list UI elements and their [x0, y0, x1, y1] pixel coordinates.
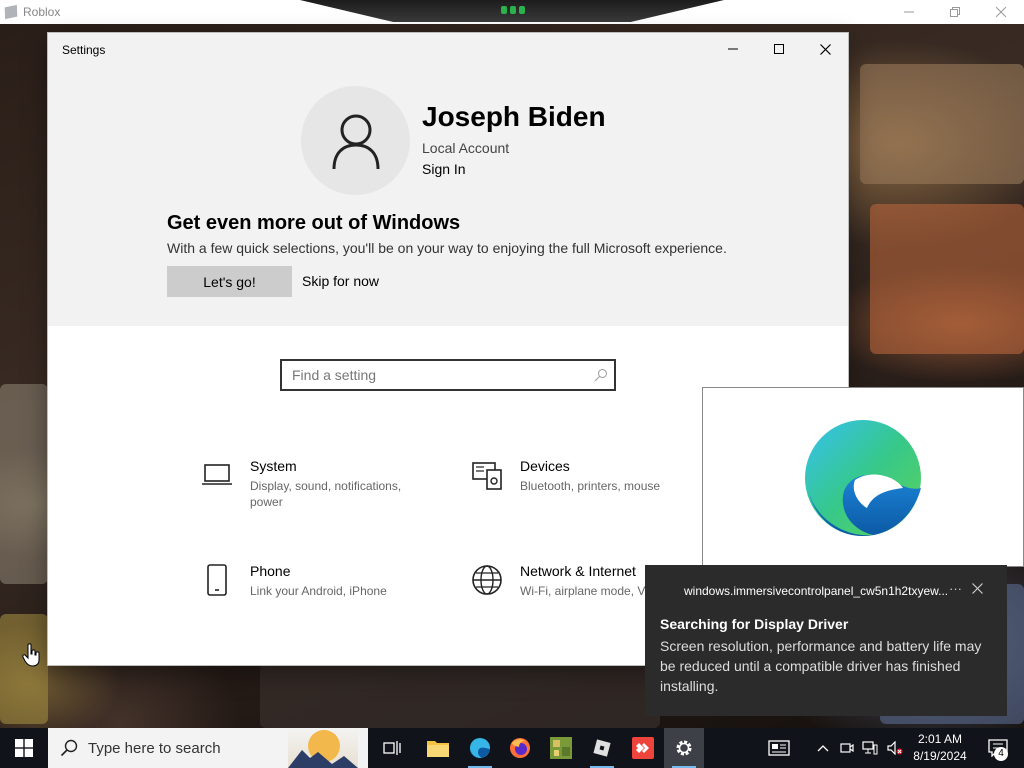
minimize-button[interactable]	[886, 0, 932, 24]
network-button[interactable]	[860, 728, 880, 768]
close-icon	[972, 583, 983, 594]
edge-logo-icon	[805, 420, 921, 536]
restore-button[interactable]	[932, 0, 978, 24]
toast-notification[interactable]: windows.immersivecontrolpanel_cw5n1h2txy…	[645, 565, 1007, 716]
background-tile	[870, 204, 1024, 354]
settings-taskbar-button[interactable]	[664, 728, 704, 768]
skip-for-now-link[interactable]: Skip for now	[302, 273, 379, 289]
lets-go-button[interactable]: Let's go!	[167, 266, 292, 297]
minimize-icon	[904, 11, 914, 13]
chevron-up-icon	[817, 745, 829, 752]
search-icon	[60, 739, 78, 757]
laptop-icon	[200, 458, 234, 492]
restore-icon	[950, 7, 960, 17]
category-system[interactable]: System Display, sound, notifications, po…	[200, 458, 430, 518]
roblox-titlebar: Roblox	[0, 0, 1024, 24]
task-view-button[interactable]	[372, 728, 412, 768]
category-description: Bluetooth, printers, mouse	[520, 479, 661, 493]
promo-text: With a few quick selections, you'll be o…	[167, 240, 727, 256]
account-type: Local Account	[422, 140, 510, 156]
volume-muted-icon	[887, 741, 903, 755]
category-phone[interactable]: Phone Link your Android, iPhone	[200, 563, 430, 623]
background-tile	[860, 64, 1024, 184]
toast-title: Searching for Display Driver	[660, 616, 849, 632]
task-view-icon	[383, 741, 401, 755]
category-name: Network & Internet	[520, 563, 636, 579]
news-widget-button[interactable]	[762, 728, 796, 768]
news-icon	[768, 740, 790, 756]
clock-time: 2:01 AM	[917, 732, 963, 746]
camera-icon	[840, 743, 854, 753]
category-devices[interactable]: Devices Bluetooth, printers, mouse	[470, 458, 700, 518]
avatar[interactable]	[301, 86, 410, 195]
windows-logo-icon	[15, 739, 33, 757]
firefox-icon	[510, 738, 530, 758]
taskbar: Type here to search 2:01 AM 8/19/2024 4	[0, 728, 1024, 768]
close-icon	[819, 43, 831, 55]
meet-now-button[interactable]	[838, 728, 856, 768]
user-icon	[332, 114, 379, 169]
show-hidden-icons-button[interactable]	[814, 728, 832, 768]
hand-cursor-icon	[22, 643, 40, 667]
anydesk-button[interactable]	[623, 728, 663, 768]
background-tile	[0, 614, 48, 724]
start-button[interactable]	[0, 728, 48, 768]
devices-icon	[470, 458, 504, 492]
category-description: Display, sound, notifications, power	[250, 479, 402, 509]
settings-titlebar: Settings	[48, 33, 848, 65]
folder-icon	[427, 741, 449, 757]
edge-icon	[470, 738, 490, 759]
edge-taskbar-button[interactable]	[460, 728, 500, 768]
firefox-button[interactable]	[500, 728, 540, 768]
anydesk-icon	[632, 737, 654, 759]
search-placeholder: Find a setting	[292, 367, 377, 383]
minecraft-icon	[550, 737, 572, 759]
roblox-icon	[593, 739, 611, 757]
roblox-window-title: Roblox	[23, 5, 61, 19]
minecraft-button[interactable]	[541, 728, 581, 768]
category-name: Phone	[250, 563, 291, 579]
volume-button[interactable]	[884, 728, 906, 768]
roblox-logo-icon	[4, 4, 18, 20]
sign-in-link[interactable]: Sign In	[422, 161, 466, 177]
clock-date: 8/19/2024	[913, 749, 967, 763]
background-tile	[260, 664, 660, 728]
taskbar-search-text: Type here to search	[88, 739, 221, 757]
roblox-menu-icon	[498, 6, 528, 14]
taskbar-search-box[interactable]: Type here to search	[48, 728, 368, 768]
toast-app-name: windows.immersivecontrolpanel_cw5n1h2txy…	[684, 584, 949, 598]
edge-splash-window[interactable]	[702, 387, 1024, 567]
close-icon	[996, 7, 1006, 17]
minimize-icon	[728, 48, 738, 50]
settings-close-button[interactable]	[802, 33, 848, 65]
settings-window-title: Settings	[62, 43, 106, 57]
category-description: Link your Android, iPhone	[250, 584, 387, 598]
toast-body: Screen resolution, performance and batte…	[660, 638, 982, 694]
category-name: Devices	[520, 458, 570, 474]
globe-icon	[470, 563, 504, 597]
phone-icon	[200, 563, 234, 597]
close-button[interactable]	[978, 0, 1024, 24]
search-input[interactable]: Find a setting	[280, 359, 616, 391]
roblox-taskbar-button[interactable]	[582, 728, 622, 768]
user-name: Joseph Biden	[422, 101, 606, 132]
gear-icon	[676, 740, 692, 756]
search-icon	[588, 368, 614, 382]
settings-minimize-button[interactable]	[710, 33, 756, 65]
network-icon	[862, 741, 878, 755]
roblox-top-menu[interactable]	[300, 0, 724, 22]
promo-title: Get even more out of Windows	[167, 212, 461, 234]
taskbar-clock[interactable]: 2:01 AM 8/19/2024	[908, 731, 972, 765]
toast-close-button[interactable]	[972, 582, 983, 597]
settings-maximize-button[interactable]	[756, 33, 802, 65]
file-explorer-button[interactable]	[418, 728, 458, 768]
notification-count-badge: 4	[994, 747, 1008, 761]
search-highlight-image	[288, 728, 358, 768]
maximize-icon	[774, 44, 784, 54]
category-name: System	[250, 458, 297, 474]
background-tile	[0, 384, 48, 584]
toast-more-button[interactable]: ···	[949, 581, 962, 596]
